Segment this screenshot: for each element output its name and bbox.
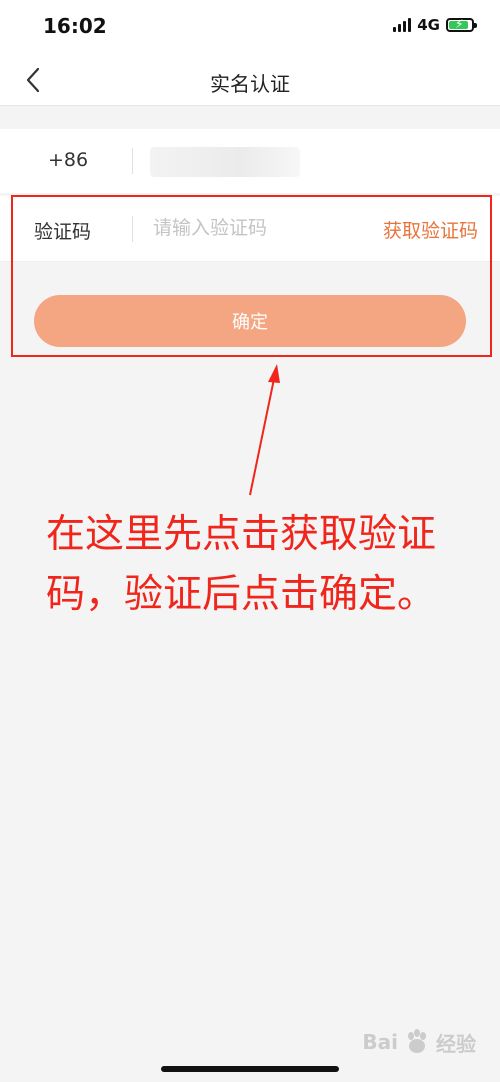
nav-bar: 实名认证 [0, 56, 500, 106]
watermark-text-bai: Bai [362, 1030, 398, 1054]
verification-code-input[interactable] [153, 212, 353, 244]
phone-divider [132, 148, 133, 174]
status-time: 16:02 [43, 14, 107, 38]
signal-icon [393, 18, 412, 32]
watermark: Bai 经验 [362, 1024, 476, 1060]
section-gap [0, 107, 500, 129]
get-code-button[interactable]: 获取验证码 [383, 216, 478, 243]
phone-prefix[interactable]: +86 [48, 149, 88, 171]
phone-number-masked [150, 147, 300, 177]
page-title: 实名认证 [210, 72, 290, 96]
network-type: 4G [417, 16, 440, 34]
watermark-text-jingyan: 经验 [436, 1031, 476, 1056]
status-bar: 16:02 4G ⚡ [0, 0, 500, 56]
verification-code-row: 验证码 获取验证码 [0, 196, 500, 262]
battery-charging-icon: ⚡ [446, 17, 477, 32]
annotation-arrow-icon [249, 364, 280, 496]
annotation-text: 在这里先点击获取验证码，验证后点击确定。 [46, 512, 437, 617]
confirm-button[interactable]: 确定 [34, 295, 466, 347]
charging-bolt-icon: ⚡ [455, 17, 464, 31]
home-indicator[interactable] [161, 1066, 339, 1072]
status-indicators: 4G ⚡ [393, 16, 477, 34]
baidu-paw-icon [408, 1029, 426, 1053]
code-divider [132, 216, 133, 242]
phone-row: +86 [0, 129, 500, 193]
code-label: 验证码 [34, 221, 92, 243]
